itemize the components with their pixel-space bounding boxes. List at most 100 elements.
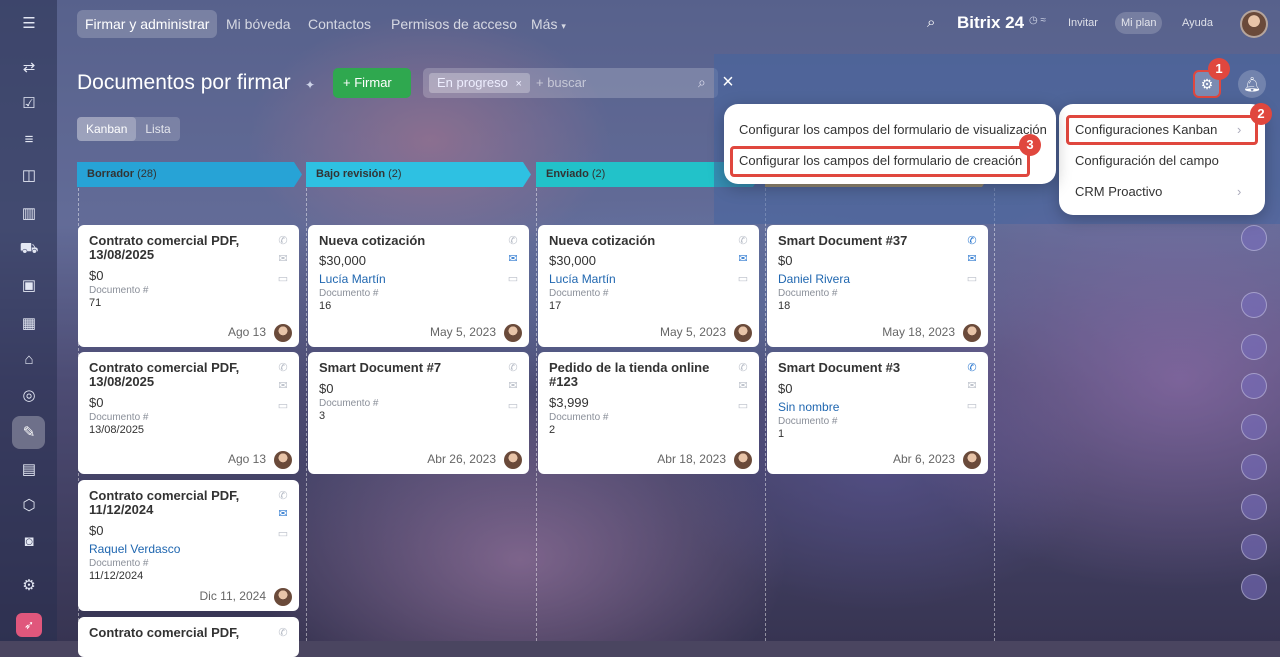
tasks-icon[interactable]: ☑ <box>16 92 42 114</box>
kanban-card[interactable]: Contrato comercial PDF, 13/08/2025 $0 Do… <box>78 352 299 474</box>
phone-icon[interactable]: ✆ <box>506 235 520 247</box>
kanban-card[interactable]: Nueva cotización $30,000 Lucía Martín Do… <box>308 225 529 347</box>
bell-icon[interactable]: 🔔︎ <box>1238 70 1266 98</box>
rail-avatar[interactable] <box>1241 225 1267 251</box>
rocket-icon[interactable]: ➶ <box>16 613 42 637</box>
menu-item-configuracion-campo[interactable]: Configuración del campo <box>1075 153 1219 168</box>
rail-avatar[interactable] <box>1241 292 1267 318</box>
phone-icon[interactable]: ✆ <box>736 235 750 247</box>
chat-icon[interactable]: ▭ <box>506 273 520 285</box>
filter-search-bar[interactable]: En progreso × + buscar ⌕ <box>423 68 718 98</box>
rail-avatar[interactable] <box>1241 414 1267 440</box>
card-person[interactable]: Lucía Martín <box>549 272 748 286</box>
kanban-card[interactable]: Contrato comercial PDF, 13/08/2025 $0 Do… <box>78 225 299 347</box>
avatar[interactable] <box>274 451 292 469</box>
calendar-icon[interactable]: ▦ <box>16 312 42 334</box>
phone-icon[interactable]: ✆ <box>736 362 750 374</box>
tab-lista[interactable]: Lista <box>136 117 179 141</box>
column-header-bajo-revision[interactable]: Bajo revisión (2) <box>306 162 531 187</box>
menu-item-crm-proactivo[interactable]: CRM Proactivo <box>1075 184 1162 199</box>
kanban-card[interactable]: Smart Document #3 $0 Sin nombre Document… <box>767 352 988 474</box>
card-person[interactable]: Daniel Rivera <box>778 272 977 286</box>
tab-mas[interactable]: Más ▾ <box>523 10 574 38</box>
pin-icon[interactable]: ✦ <box>305 78 315 92</box>
phone-icon[interactable]: ✆ <box>965 362 979 374</box>
crm-icon[interactable]: ≡ <box>16 128 42 150</box>
chat-icon[interactable]: ▭ <box>506 400 520 412</box>
kanban-card[interactable]: Smart Document #37 $0 Daniel Rivera Docu… <box>767 225 988 347</box>
phone-icon[interactable]: ✆ <box>965 235 979 247</box>
sign-icon[interactable]: ✎ <box>16 421 42 443</box>
firmar-button[interactable]: + Firmar <box>333 68 411 98</box>
chat-icon[interactable]: ▭ <box>276 273 290 285</box>
tab-firmar-administrar[interactable]: Firmar y administrar <box>77 10 218 38</box>
search-input[interactable]: + buscar <box>536 75 586 90</box>
flow-icon[interactable]: ⇄ <box>16 56 42 78</box>
contact-card-icon[interactable]: ▣ <box>16 274 42 296</box>
mail-icon[interactable]: ✉ <box>276 253 290 265</box>
card-person[interactable]: Raquel Verdasco <box>89 542 288 556</box>
kanban-card[interactable]: Smart Document #7 $0 Documento # 3 ✆ ✉ ▭… <box>308 352 529 474</box>
chat-icon[interactable]: ▭ <box>276 400 290 412</box>
kanban-card[interactable]: Contrato comercial PDF, ✆ <box>78 617 299 657</box>
avatar[interactable] <box>274 588 292 606</box>
mail-icon[interactable]: ✉ <box>965 380 979 392</box>
avatar[interactable] <box>734 324 752 342</box>
tab-mi-boveda[interactable]: Mi bóveda <box>218 10 299 38</box>
avatar[interactable] <box>963 324 981 342</box>
rail-avatar[interactable] <box>1241 534 1267 560</box>
search-icon[interactable]: ⌕ <box>927 14 935 31</box>
box-icon[interactable]: ⬡ <box>16 494 42 516</box>
analytics-icon[interactable]: ▥ <box>16 202 42 224</box>
chat-icon[interactable]: ▭ <box>965 273 979 285</box>
rail-avatar[interactable] <box>1241 373 1267 399</box>
rail-avatar[interactable] <box>1241 454 1267 480</box>
submenu-item-visualizacion[interactable]: Configurar los campos del formulario de … <box>739 122 1047 137</box>
avatar[interactable] <box>963 451 981 469</box>
phone-icon[interactable]: ✆ <box>276 627 290 639</box>
chat-icon[interactable]: ▭ <box>276 528 290 540</box>
invite-button[interactable]: Invitar <box>1062 12 1104 34</box>
tab-contactos[interactable]: Contactos <box>300 10 379 38</box>
chat-icon[interactable]: ▭ <box>736 400 750 412</box>
cart-icon[interactable]: ⛟ <box>16 238 42 260</box>
robot-icon[interactable]: ◫ <box>16 164 42 186</box>
mail-icon[interactable]: ✉ <box>276 380 290 392</box>
filter-chip[interactable]: En progreso × <box>429 73 530 93</box>
settings-gear-icon[interactable]: ⚙ <box>16 574 42 596</box>
target-icon[interactable]: ◎ <box>16 384 42 406</box>
phone-icon[interactable]: ✆ <box>276 490 290 502</box>
chat-icon[interactable]: ▭ <box>736 273 750 285</box>
phone-icon[interactable]: ✆ <box>276 362 290 374</box>
mail-icon[interactable]: ✉ <box>506 253 520 265</box>
disk-icon[interactable]: ◙ <box>16 530 42 552</box>
chat-icon[interactable]: ▭ <box>965 400 979 412</box>
document-icon[interactable]: ▤ <box>16 458 42 480</box>
rail-avatar[interactable] <box>1241 334 1267 360</box>
menu-icon[interactable]: ☰ <box>16 12 42 34</box>
mail-icon[interactable]: ✉ <box>276 508 290 520</box>
tab-permisos[interactable]: Permisos de acceso <box>383 10 525 38</box>
mail-icon[interactable]: ✉ <box>736 380 750 392</box>
mail-icon[interactable]: ✉ <box>506 380 520 392</box>
column-header-borrador[interactable]: Borrador (28) <box>77 162 302 187</box>
phone-icon[interactable]: ✆ <box>276 235 290 247</box>
kanban-card[interactable]: Nueva cotización $30,000 Lucía Martín Do… <box>538 225 759 347</box>
mail-icon[interactable]: ✉ <box>736 253 750 265</box>
chip-close-icon[interactable]: × <box>515 78 521 90</box>
avatar[interactable] <box>274 324 292 342</box>
tab-kanban[interactable]: Kanban <box>77 117 137 141</box>
avatar[interactable] <box>734 451 752 469</box>
help-button[interactable]: Ayuda <box>1176 12 1219 34</box>
search-icon[interactable]: ⌕ <box>698 74 706 91</box>
avatar[interactable] <box>504 451 522 469</box>
card-person[interactable]: Sin nombre <box>778 400 977 414</box>
inbox-icon[interactable]: ⌂ <box>16 348 42 370</box>
kanban-card[interactable]: Contrato comercial PDF, 11/12/2024 $0 Ra… <box>78 480 299 611</box>
phone-icon[interactable]: ✆ <box>506 362 520 374</box>
user-avatar[interactable] <box>1240 10 1268 38</box>
mail-icon[interactable]: ✉ <box>965 253 979 265</box>
card-person[interactable]: Lucía Martín <box>319 272 518 286</box>
close-icon[interactable]: × <box>714 68 742 96</box>
my-plan-button[interactable]: Mi plan <box>1115 12 1163 34</box>
